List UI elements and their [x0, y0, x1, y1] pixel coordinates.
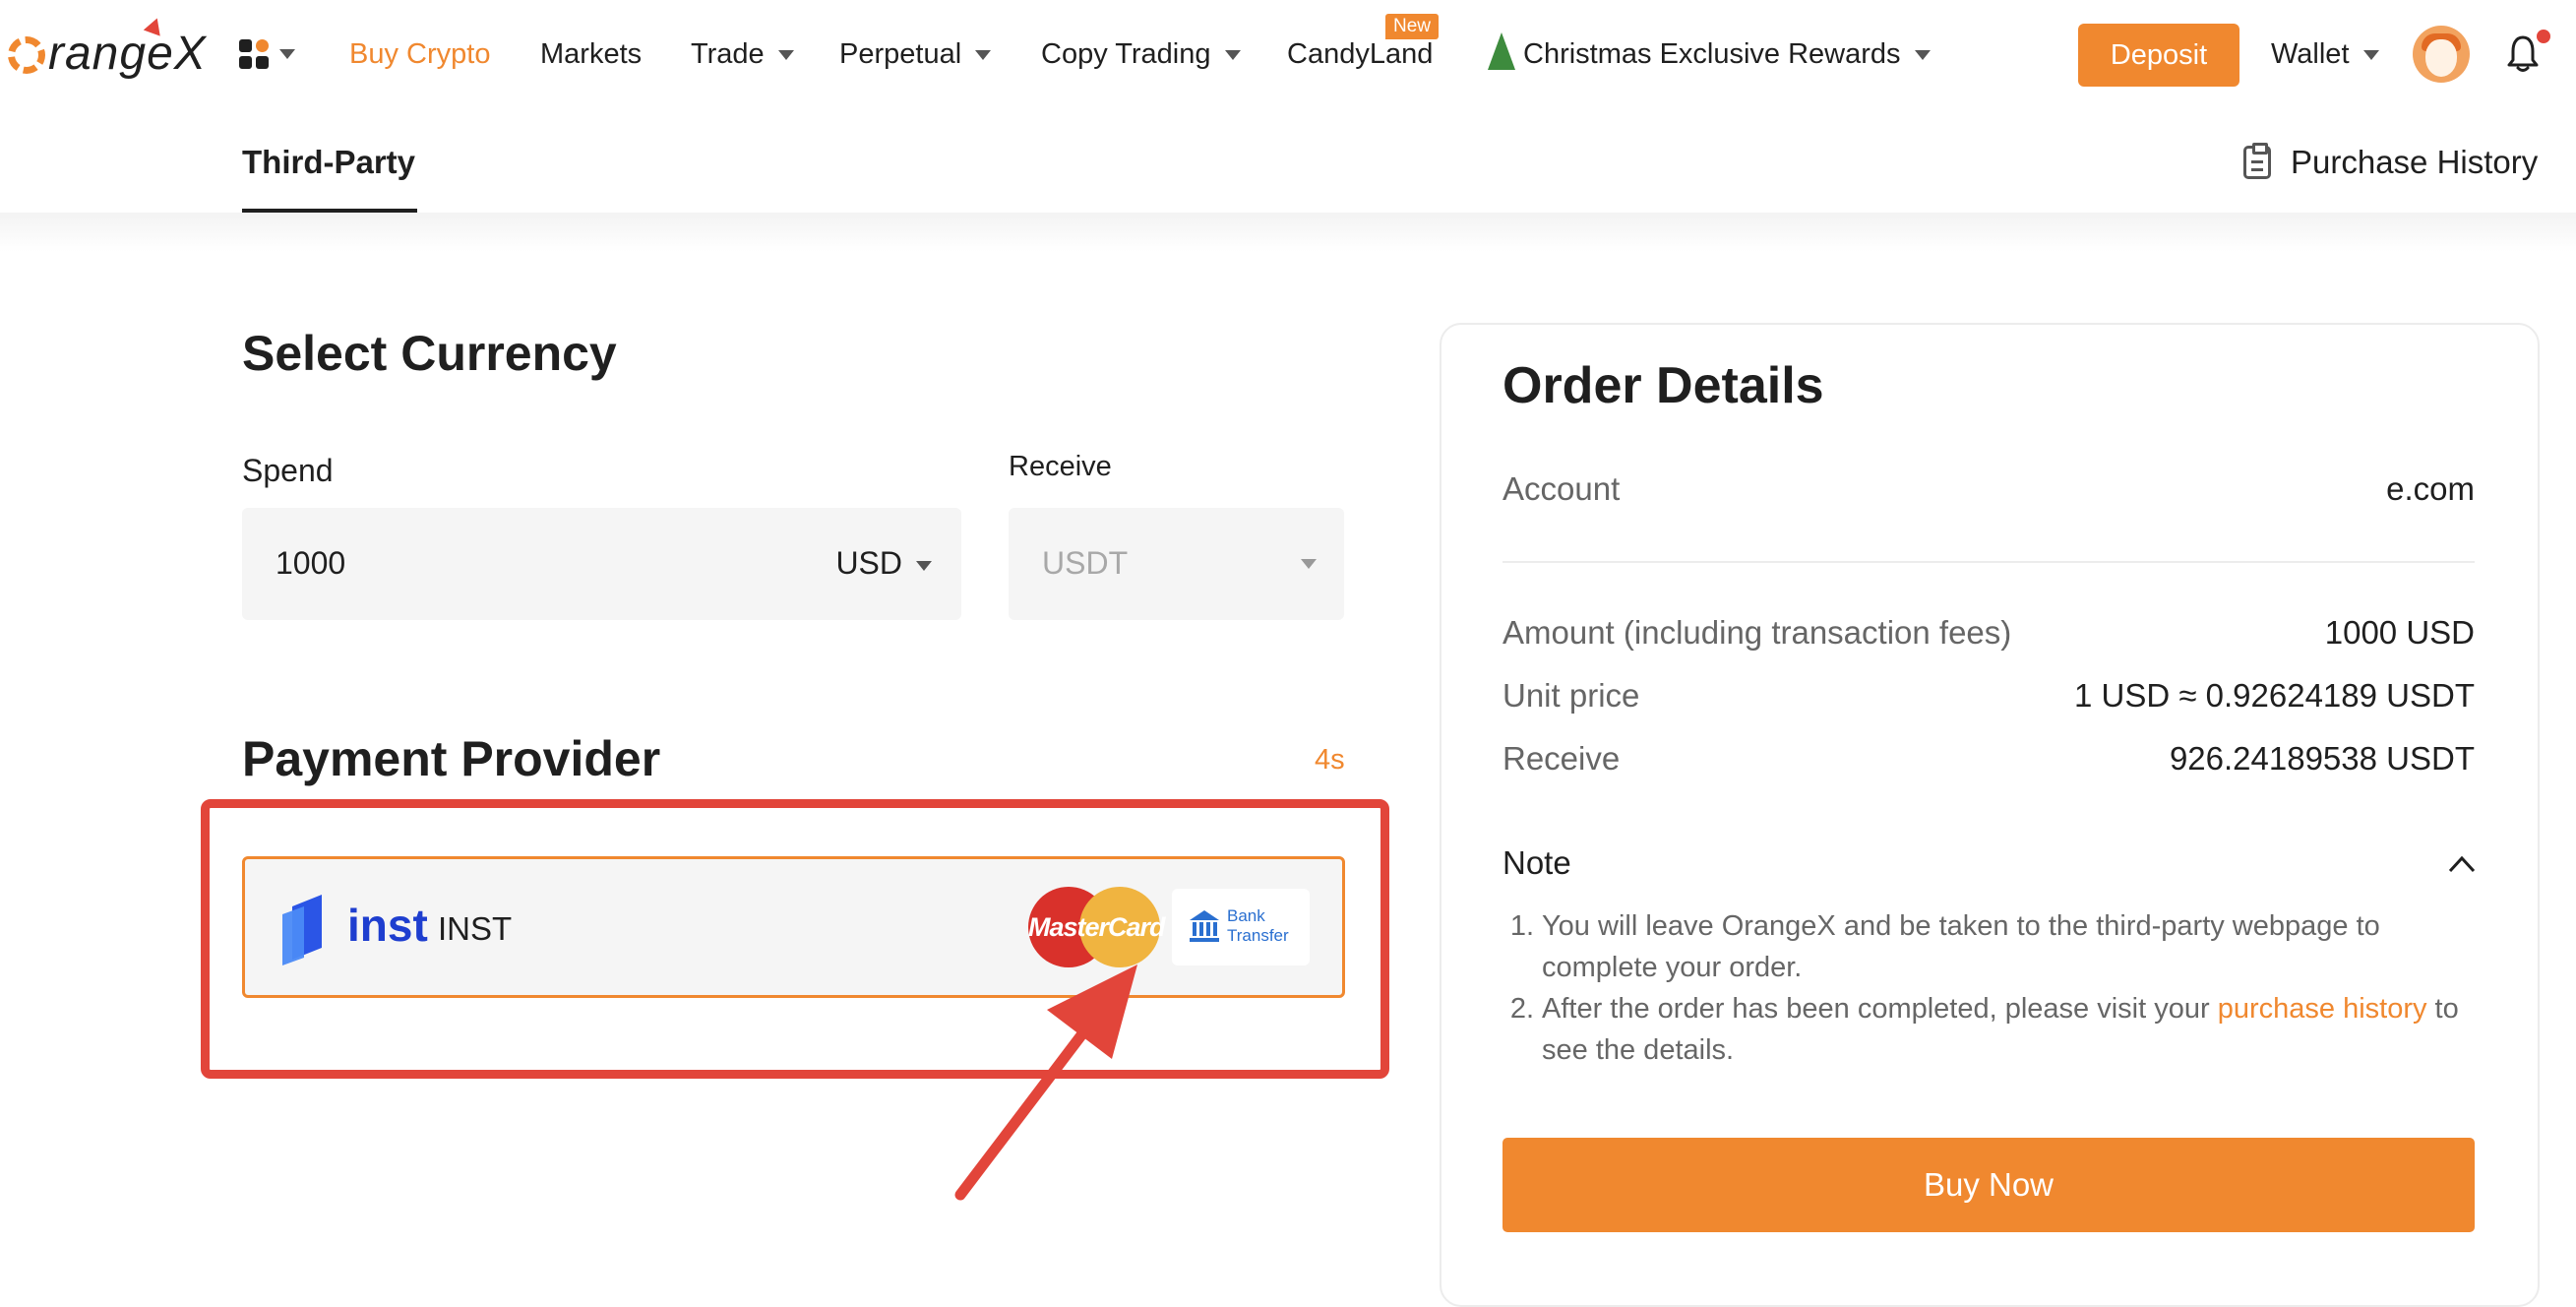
spend-label: Spend [242, 453, 334, 488]
inst-wordmark: inst [347, 900, 428, 951]
chevron-down-icon [975, 50, 992, 60]
account-value: e.com [2386, 470, 2475, 507]
logo-text: rangeX [48, 27, 207, 80]
bell-icon[interactable] [2507, 33, 2539, 73]
nav-perpetual[interactable]: Perpetual [839, 30, 992, 79]
orangex-logo[interactable]: rangeX [8, 15, 207, 85]
unit-price-value: 1 USD ≈ 0.92624189 USDT [2074, 677, 2475, 714]
receive-amount-label: Receive [1503, 740, 1621, 777]
divider [1503, 561, 2475, 563]
inst-logo-icon [282, 895, 322, 965]
account-label: Account [1503, 470, 1621, 507]
order-details-title: Order Details [1503, 357, 1824, 414]
annotation-arrow-icon [954, 965, 1137, 1201]
chevron-down-icon [916, 561, 932, 571]
nav-christmas-rewards[interactable]: Christmas Exclusive Rewards [1488, 30, 1931, 79]
deposit-button[interactable]: Deposit [2078, 24, 2239, 87]
receive-currency-select[interactable]: USDT [1009, 508, 1344, 620]
sub-navbar: Third-Party Purchase History [0, 108, 2576, 213]
clipboard-icon [2243, 143, 2271, 179]
spend-currency-select[interactable]: USD [835, 545, 932, 582]
spend-amount[interactable]: 1000 [276, 545, 345, 582]
tab-third-party[interactable]: Third-Party [242, 144, 415, 181]
divider-shadow [0, 213, 2576, 252]
apps-caret-icon[interactable] [279, 49, 295, 59]
payment-provider-title: Payment Provider [242, 731, 661, 786]
spend-input[interactable]: 1000 USD [242, 508, 961, 620]
provider-option-inst[interactable]: inst INST MasterCard Bank Transfer [242, 856, 1345, 998]
note-title: Note [1503, 844, 1571, 881]
refresh-timer: 4s [1315, 744, 1345, 776]
chevron-down-icon [777, 50, 794, 60]
notification-dot [2537, 30, 2550, 43]
nav-markets[interactable]: Markets [540, 30, 642, 79]
amount-value: 1000 USD [2324, 614, 2475, 651]
purchase-history-link[interactable]: Purchase History [2243, 143, 2538, 181]
apps-grid-icon[interactable] [239, 39, 269, 69]
nav-trade[interactable]: Trade [691, 30, 794, 79]
receive-label: Receive [1009, 451, 1112, 482]
amount-label: Amount (including transaction fees) [1503, 614, 2012, 651]
provider-name: INST [438, 910, 513, 947]
christmas-tree-icon [1488, 32, 1515, 71]
unit-price-label: Unit price [1503, 677, 1640, 714]
avatar[interactable] [2413, 26, 2470, 83]
receive-currency: USDT [1042, 545, 1129, 581]
chevron-down-icon [2362, 50, 2379, 60]
nav-buy-crypto[interactable]: Buy Crypto [349, 30, 490, 79]
chevron-down-icon [1914, 50, 1931, 60]
note-list: 1. You will leave OrangeX and be taken t… [1503, 905, 2477, 1071]
top-navbar: rangeX Buy Crypto Markets Trade Perpetua… [0, 0, 2576, 108]
chevron-down-icon [1301, 559, 1317, 569]
receive-amount-value: 926.24189538 USDT [2169, 740, 2475, 777]
select-currency-title: Select Currency [242, 326, 617, 381]
note-item: 1. You will leave OrangeX and be taken t… [1509, 910, 2380, 983]
logo-o-icon [8, 36, 45, 74]
chevron-down-icon [1224, 50, 1241, 60]
bank-icon [1190, 910, 1219, 942]
nav-wallet[interactable]: Wallet [2271, 30, 2379, 79]
nav-copy-trading[interactable]: Copy Trading [1041, 30, 1241, 79]
mastercard-logo: MasterCard [1028, 887, 1166, 967]
chevron-up-icon[interactable] [2448, 854, 2476, 874]
new-badge: New [1385, 14, 1440, 39]
bank-transfer-badge: Bank Transfer [1172, 889, 1310, 965]
note-item: 2. After the order has been completed, p… [1509, 993, 2459, 1066]
buy-now-button[interactable]: Buy Now [1503, 1138, 2475, 1232]
purchase-history-inline-link[interactable]: purchase history [2218, 993, 2427, 1025]
